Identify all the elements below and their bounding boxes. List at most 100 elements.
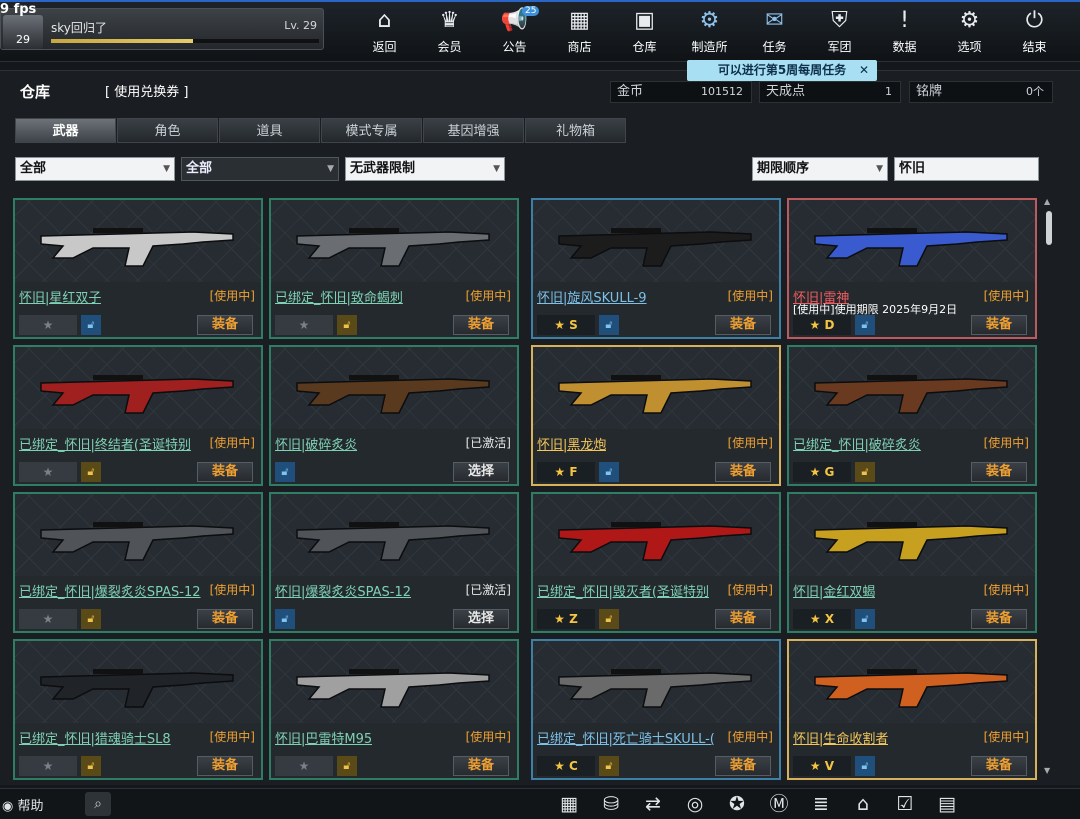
item-card[interactable]: 已绑定_怀旧|致命蝎刺 [使用中] ★ 🔓︎ 装备 <box>269 198 519 339</box>
nav-power[interactable]: ⏻ 结束 <box>1002 6 1067 58</box>
item-name[interactable]: 已绑定_怀旧|致命蝎刺 <box>275 287 403 306</box>
tab-2[interactable]: 道具 <box>219 118 320 143</box>
tab-1[interactable]: 角色 <box>117 118 218 143</box>
item-name[interactable]: 怀旧|破碎炙炎 <box>275 434 357 453</box>
swap-icon[interactable]: ⇄ <box>632 791 674 817</box>
runner-icon[interactable]: ✪ <box>716 791 758 817</box>
item-name[interactable]: 已绑定_怀旧|终结者(圣诞特别 <box>19 434 191 453</box>
star-hotkey-button[interactable]: ★ X <box>793 609 851 629</box>
nav-gear[interactable]: ⚙ 选项 <box>937 6 1002 58</box>
lock-icon[interactable]: 🔓︎ <box>275 609 295 629</box>
tab-3[interactable]: 模式专属 <box>321 118 422 143</box>
lock-icon[interactable]: 🔓︎ <box>599 315 619 335</box>
nav-shop[interactable]: ▦ 商店 <box>547 6 612 58</box>
item-card[interactable]: 已绑定_怀旧|终结者(圣诞特别 [使用中] ★ 🔓︎ 装备 <box>13 345 263 486</box>
item-card[interactable]: 怀旧|爆裂炙炎SPAS-12 [已激活] 🔓︎ 选择 <box>269 492 519 633</box>
scroll-thumb[interactable] <box>1046 211 1052 245</box>
equip-button[interactable]: 装备 <box>715 462 771 482</box>
nav-ticket[interactable]: ✉ 任务 <box>742 6 807 58</box>
help-button[interactable]: ◉ 帮助 <box>2 795 44 814</box>
equip-button[interactable]: 装备 <box>971 462 1027 482</box>
nav-clan-shield[interactable]: ⛨ 军团 <box>807 6 872 58</box>
item-card[interactable]: 怀旧|金红双蝎 [使用中] ★ X 🔓︎ 装备 <box>787 492 1037 633</box>
star-hotkey-button[interactable]: ★ <box>19 609 77 629</box>
star-hotkey-button[interactable]: ★ F <box>537 462 595 482</box>
lock-icon[interactable]: 🔓︎ <box>855 756 875 776</box>
item-card[interactable]: 已绑定_怀旧|死亡骑士SKULL-([使用中] ★ C 🔓︎ 装备 <box>531 639 781 780</box>
item-card[interactable]: 怀旧|旋风SKULL-9 [使用中] ★ S 🔓︎ 装备 <box>531 198 781 339</box>
close-icon[interactable]: ✕ <box>859 60 869 81</box>
star-hotkey-button[interactable]: ★ <box>19 315 77 335</box>
item-card[interactable]: 已绑定_怀旧|爆裂炙炎SPAS-12 [使用中] ★ 🔓︎ 装备 <box>13 492 263 633</box>
lock-icon[interactable]: 🔓︎ <box>337 315 357 335</box>
tab-4[interactable]: 基因增强 <box>423 118 524 143</box>
star-hotkey-button[interactable]: ★ G <box>793 462 851 482</box>
item-name[interactable]: 怀旧|生命收割者 <box>793 728 888 747</box>
equip-button[interactable]: 装备 <box>197 609 253 629</box>
equip-button[interactable]: 装备 <box>971 315 1027 335</box>
item-card[interactable]: 怀旧|星红双子 [使用中] ★ 🔓︎ 装备 <box>13 198 263 339</box>
search-input[interactable]: 怀旧 <box>894 157 1039 181</box>
filter-select-2[interactable]: 全部 ▼ <box>181 157 339 181</box>
item-name[interactable]: 怀旧|黑龙炮 <box>537 434 606 453</box>
calendar-icon[interactable]: ▦ <box>548 791 590 817</box>
scrollbar[interactable]: ▲ ▼ <box>1044 197 1054 776</box>
search-icon[interactable]: ⌕ <box>85 792 111 816</box>
basket-icon[interactable]: ⛁ <box>590 791 632 817</box>
item-name[interactable]: 怀旧|爆裂炙炎SPAS-12 <box>275 581 411 600</box>
lock-icon[interactable]: 🔓︎ <box>599 609 619 629</box>
filter-select-1[interactable]: 全部 ▼ <box>15 157 175 181</box>
item-name[interactable]: 怀旧|金红双蝎 <box>793 581 875 600</box>
lock-icon[interactable]: 🔓︎ <box>855 315 875 335</box>
star-hotkey-button[interactable]: ★ <box>275 315 333 335</box>
quest-tooltip[interactable]: 可以进行第5周每周任务 ✕ <box>687 60 877 81</box>
nav-crown[interactable]: ♛ 会员 <box>417 6 482 58</box>
select-button[interactable]: 选择 <box>453 609 509 629</box>
star-hotkey-button[interactable]: ★ Z <box>537 609 595 629</box>
equip-button[interactable]: 装备 <box>715 756 771 776</box>
item-name[interactable]: 已绑定_怀旧|死亡骑士SKULL-( <box>537 728 715 747</box>
nav-factory[interactable]: ⚙ 制造所 <box>677 6 742 58</box>
equip-button[interactable]: 装备 <box>971 756 1027 776</box>
item-name[interactable]: 已绑定_怀旧|破碎炙炎 <box>793 434 921 453</box>
item-name[interactable]: 怀旧|巴雷特M95 <box>275 728 372 747</box>
item-card[interactable]: 怀旧|黑龙炮 [使用中] ★ F 🔓︎ 装备 <box>531 345 781 486</box>
star-hotkey-button[interactable]: ★ <box>19 462 77 482</box>
item-name[interactable]: 怀旧|旋风SKULL-9 <box>537 287 647 306</box>
equip-button[interactable]: 装备 <box>197 462 253 482</box>
select-button[interactable]: 选择 <box>453 462 509 482</box>
item-name[interactable]: 已绑定_怀旧|爆裂炙炎SPAS-12 <box>19 581 201 600</box>
tab-0[interactable]: 武器 <box>15 118 116 143</box>
star-hotkey-button[interactable]: ★ V <box>793 756 851 776</box>
checklist-icon[interactable]: ≣ <box>800 791 842 817</box>
nav-alert[interactable]: ! 数据 <box>872 6 937 58</box>
lock-icon[interactable]: 🔓︎ <box>599 756 619 776</box>
equip-button[interactable]: 装备 <box>971 609 1027 629</box>
lock-icon[interactable]: 🔓︎ <box>337 756 357 776</box>
equip-button[interactable]: 装备 <box>715 315 771 335</box>
lock-icon[interactable]: 🔓︎ <box>599 462 619 482</box>
item-card[interactable]: 已绑定_怀旧|毁灭者(圣诞特别 [使用中] ★ Z 🔓︎ 装备 <box>531 492 781 633</box>
item-card[interactable]: 怀旧|破碎炙炎 [已激活] 🔓︎ 选择 <box>269 345 519 486</box>
scroll-up-icon[interactable]: ▲ <box>1044 197 1050 206</box>
item-card[interactable]: 怀旧|巴雷特M95 [使用中] ★ 🔓︎ 装备 <box>269 639 519 780</box>
nav-megaphone[interactable]: 📢 公告 25 <box>482 6 547 58</box>
player-panel[interactable]: 29 sky回归了 Lv. 29 <box>0 8 324 50</box>
item-card[interactable]: 怀旧|生命收割者 [使用中] ★ V 🔓︎ 装备 <box>787 639 1037 780</box>
home-icon[interactable]: ⌂ <box>842 791 884 817</box>
item-card[interactable]: 已绑定_怀旧|破碎炙炎 [使用中] ★ G 🔓︎ 装备 <box>787 345 1037 486</box>
scroll-down-icon[interactable]: ▼ <box>1044 766 1050 775</box>
weapon-limit-select[interactable]: 无武器限制 ▼ <box>345 157 505 181</box>
star-hotkey-button[interactable]: ★ <box>275 756 333 776</box>
item-name[interactable]: 怀旧|星红双子 <box>19 287 101 306</box>
star-hotkey-button[interactable]: ★ S <box>537 315 595 335</box>
equip-button[interactable]: 装备 <box>197 756 253 776</box>
equip-button[interactable]: 装备 <box>197 315 253 335</box>
use-voucher-link[interactable]: [ 使用兑换券 ] <box>105 81 188 100</box>
lock-icon[interactable]: 🔓︎ <box>855 462 875 482</box>
nav-briefcase[interactable]: ▣ 仓库 <box>612 6 677 58</box>
item-name[interactable]: 已绑定_怀旧|猎魂骑士SL8 <box>19 728 171 747</box>
film-icon[interactable]: ▤ <box>926 791 968 817</box>
item-card[interactable]: 已绑定_怀旧|猎魂骑士SL8 [使用中] ★ 🔓︎ 装备 <box>13 639 263 780</box>
compass-icon[interactable]: ◎ <box>674 791 716 817</box>
